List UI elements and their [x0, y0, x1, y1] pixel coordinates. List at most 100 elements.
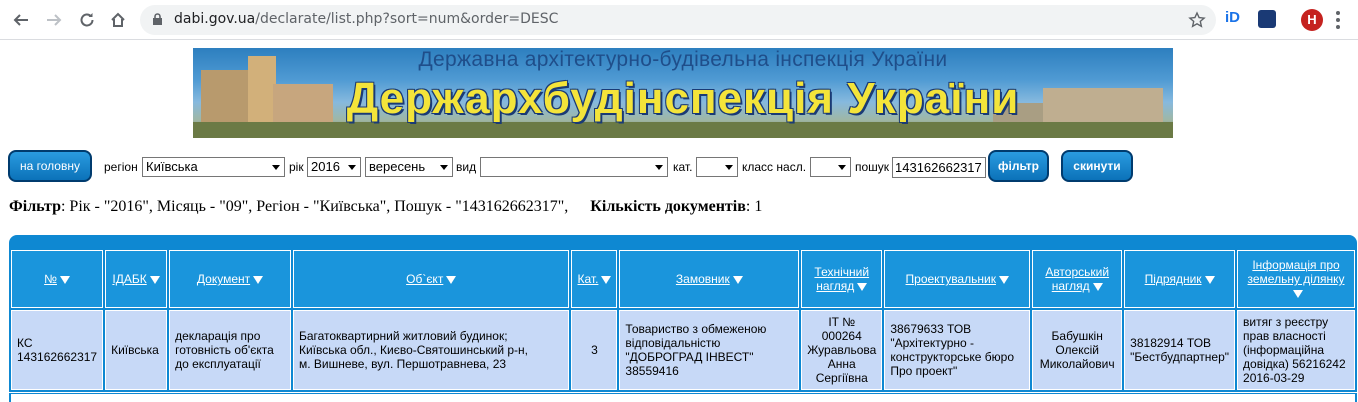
sort-link-contractor[interactable]: Підрядник	[1145, 272, 1202, 286]
address-bar[interactable]: dabi.gov.ua/declarate/list.php?sort=num&…	[140, 5, 1216, 35]
sort-link-idabk[interactable]: ІДАБК	[112, 272, 146, 286]
filter-button[interactable]: фільтр	[988, 150, 1049, 182]
header-text: нагляд	[816, 279, 855, 293]
sort-link-customer[interactable]: Замовник	[676, 272, 730, 286]
profile-avatar[interactable]: Н	[1301, 9, 1323, 31]
reload-button[interactable]	[75, 8, 99, 32]
cell-text: "Бестбудпартнер"	[1130, 350, 1230, 364]
table-row[interactable]: КС 143162662317 Київська декларація про го…	[11, 310, 1355, 390]
reload-icon	[80, 13, 94, 27]
chevron-down-icon	[725, 165, 733, 170]
sort-desc-icon	[149, 275, 160, 284]
cell-text: 38559416	[625, 364, 679, 378]
category-select[interactable]	[696, 157, 738, 177]
forward-button[interactable]	[42, 8, 66, 32]
header-text: нагляд	[1051, 279, 1090, 293]
cell-text: Миколайович	[1039, 357, 1115, 371]
cell-text: декларація про	[175, 329, 261, 343]
table-header-row: № ІДАБК Документ Об`єкт Кат. Замовник Те…	[11, 250, 1355, 308]
sort-desc-icon	[857, 282, 868, 291]
cell-text: Бабушкін	[1051, 329, 1103, 343]
filter-bar: на головну регіон Київська рік 2016 вере…	[0, 150, 1358, 184]
column-header-contractor[interactable]: Підрядник	[1124, 250, 1236, 308]
cell-designer: 38679633 ТОВ "Архітектурно - конструкторсь…	[884, 310, 1031, 390]
column-header-land-info[interactable]: Інформація про земельну ділянку	[1237, 250, 1355, 308]
column-header-idabk[interactable]: ІДАБК	[105, 250, 168, 308]
month-select-value: вересень	[369, 159, 426, 174]
extension-id-icon[interactable]: iD	[1225, 9, 1240, 26]
filter-summary-label: Фільтр	[9, 198, 61, 215]
sort-link-category[interactable]: Кат.	[578, 272, 599, 286]
browser-toolbar: dabi.gov.ua/declarate/list.php?sort=num&…	[0, 0, 1358, 40]
cell-tech-supervision: ІТ № 000264 Журавльова Анна Сергіївна	[801, 310, 883, 390]
column-header-author-supervision[interactable]: Авторський нагляд	[1032, 250, 1123, 308]
cell-text: Багатоквартирний житловий будинок;	[298, 329, 508, 343]
filter-summary: Фільтр: Рік - "2016", Місяць - "09", Рег…	[9, 198, 762, 216]
header-text: Інформація про	[1252, 258, 1340, 272]
sort-link-document[interactable]: Документ	[197, 272, 250, 286]
cell-text: Анна	[827, 357, 856, 371]
reset-button[interactable]: скинути	[1061, 150, 1133, 182]
chevron-down-icon	[348, 165, 356, 170]
column-header-customer[interactable]: Замовник	[619, 250, 800, 308]
arrow-right-icon	[47, 14, 62, 26]
chevron-down-icon	[272, 165, 280, 170]
table-header-bar	[9, 235, 1357, 249]
cell-text: витяг з реєстру	[1243, 315, 1329, 329]
chevron-down-icon	[440, 165, 448, 170]
extension-flag-icon[interactable]	[1258, 10, 1276, 28]
cell-text: Сергіївна	[815, 371, 868, 385]
bookmark-star-icon[interactable]	[1188, 11, 1206, 34]
arrow-left-icon	[13, 14, 28, 26]
cell-text: (інформаційна	[1243, 343, 1324, 357]
cell-text: відповідальністю	[625, 336, 721, 350]
sort-link-object[interactable]: Об`єкт	[406, 272, 443, 286]
sort-desc-icon	[601, 275, 612, 284]
cell-text: 38679633 ТОВ	[890, 322, 972, 336]
cell-text: Київська обл., Києво-Святошинський р-н,	[298, 343, 529, 357]
cell-land-info: витяг з реєстру прав власності (інформацій…	[1237, 310, 1355, 390]
cell-text: "ДОБРОГРАД ІНВЕСТ"	[625, 350, 754, 364]
lock-icon	[152, 13, 163, 31]
cell-customer: Товариство з обмеженою відповідальністю "Д…	[619, 310, 800, 390]
cell-idabk: Київська	[105, 310, 168, 390]
header-text: Технічний	[814, 265, 870, 279]
sort-link-land-info[interactable]: Інформація про земельну ділянку	[1248, 258, 1345, 286]
search-input[interactable]: 143162662317	[892, 157, 986, 178]
sort-desc-icon	[1204, 275, 1215, 284]
sort-desc-icon	[1092, 282, 1103, 291]
cell-text: Олексій	[1055, 343, 1099, 357]
column-header-category[interactable]: Кат.	[571, 250, 618, 308]
region-select[interactable]: Київська	[142, 157, 285, 177]
column-header-tech-supervision[interactable]: Технічний нагляд	[801, 250, 883, 308]
url-text: dabi.gov.ua/declarate/list.php?sort=num&…	[174, 11, 559, 27]
cell-author-supervision: Бабушкін Олексій Миколайович	[1032, 310, 1123, 390]
sort-link-designer[interactable]: Проектувальник	[906, 272, 996, 286]
year-select[interactable]: 2016	[307, 157, 361, 177]
column-header-object[interactable]: Об`єкт	[292, 250, 570, 308]
cell-text: КС	[17, 336, 33, 350]
class-select[interactable]	[810, 157, 851, 177]
type-label: вид	[456, 160, 477, 174]
banner-ground	[193, 122, 1173, 138]
category-label: кат.	[673, 160, 693, 174]
cell-contractor: 38182914 ТОВ "Бестбудпартнер"	[1124, 310, 1236, 390]
cell-document: декларація про готовність об'єкта до експл…	[169, 310, 291, 390]
cell-text: ІТ № 000264	[821, 315, 862, 343]
type-select[interactable]	[480, 157, 668, 177]
cell-text: Про проект"	[890, 364, 958, 378]
month-select[interactable]: вересень	[365, 157, 453, 177]
chevron-down-icon	[838, 165, 846, 170]
column-header-designer[interactable]: Проектувальник	[884, 250, 1031, 308]
browser-menu-icon[interactable]	[1336, 11, 1340, 32]
sort-desc-icon	[1292, 289, 1303, 298]
cell-text: прав власності	[1243, 329, 1326, 343]
back-button[interactable]	[9, 8, 33, 32]
filter-summary-text: : Рік - "2016", Місяць - "09", Регіон - …	[60, 198, 569, 215]
home-browser-button[interactable]	[106, 8, 130, 32]
home-button[interactable]: на головну	[8, 150, 92, 182]
column-header-num[interactable]: №	[11, 250, 104, 308]
column-header-document[interactable]: Документ	[169, 250, 291, 308]
sort-link-num[interactable]: №	[44, 272, 57, 286]
sort-desc-icon	[253, 275, 264, 284]
